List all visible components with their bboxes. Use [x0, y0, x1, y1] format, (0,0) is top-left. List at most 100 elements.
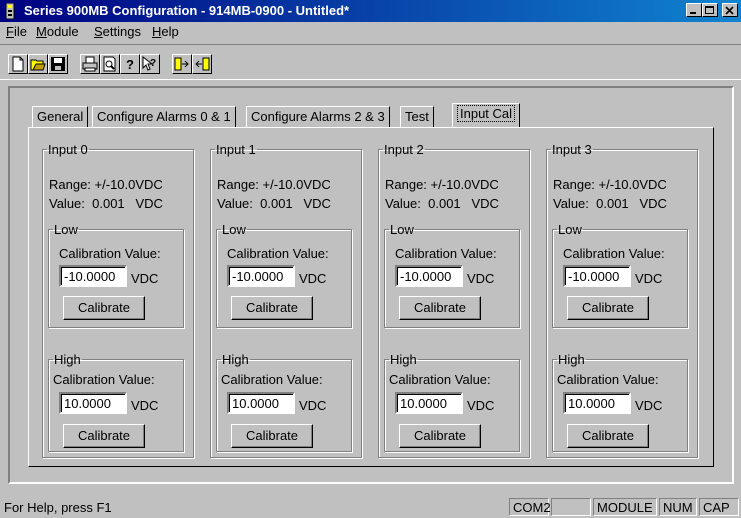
input-3-high-calibrate-button[interactable]: Calibrate — [567, 424, 649, 448]
title-bar[interactable]: Series 900MB Configuration - 914MB-0900 … — [0, 0, 741, 22]
input-1-low-unit: VDC — [299, 271, 327, 286]
input-2-high-unit: VDC — [467, 398, 495, 413]
status-blank — [551, 498, 591, 516]
maximize-icon — [705, 6, 714, 14]
upload-button[interactable] — [192, 54, 212, 74]
close-button[interactable] — [722, 3, 738, 17]
input-2-range: Range: +/-10.0VDC — [385, 177, 499, 192]
input-1-range: Range: +/-10.0VDC — [217, 177, 331, 192]
input-3-low-calibrate-button[interactable]: Calibrate — [567, 296, 649, 320]
input-1-low-cal-field[interactable]: -10.0000 — [227, 265, 295, 287]
input-0-low-calibrate-button[interactable]: Calibrate — [63, 296, 145, 320]
upload-icon — [195, 57, 210, 71]
menu-module[interactable]: Module — [36, 24, 79, 39]
input-3-high-cal-label: Calibration Value: — [557, 372, 659, 387]
input-3-low-unit: VDC — [635, 271, 663, 286]
save-icon — [51, 57, 65, 71]
input-0-high-cal-label: Calibration Value: — [53, 372, 155, 387]
new-button[interactable] — [8, 54, 28, 74]
menu-file[interactable]: File — [6, 24, 27, 39]
print-icon — [82, 56, 98, 72]
download-icon — [174, 57, 189, 71]
context-help-button[interactable]: ? — [140, 54, 160, 74]
input-2-high-cal-label: Calibration Value: — [389, 372, 491, 387]
help-button[interactable]: ? — [120, 54, 140, 74]
input-0-low-cal-field[interactable]: -10.0000 — [59, 265, 127, 287]
context-help-icon: ? — [142, 56, 156, 71]
input-1-high-unit: VDC — [299, 398, 327, 413]
help-icon: ? — [126, 57, 134, 72]
menu-help[interactable]: Help — [152, 24, 179, 39]
input-0-title: Input 0 — [48, 142, 88, 157]
status-port: COM2 — [509, 498, 551, 516]
tab-test[interactable]: Test — [400, 106, 434, 127]
maximize-button[interactable] — [702, 3, 718, 17]
input-0-high-title: High — [54, 352, 81, 367]
input-3-title: Input 3 — [552, 142, 592, 157]
input-2-high-title: High — [390, 352, 417, 367]
input-2-high-calibrate-button[interactable]: Calibrate — [399, 424, 481, 448]
input-2-low-calibrate-button[interactable]: Calibrate — [399, 296, 481, 320]
download-button[interactable] — [172, 54, 192, 74]
input-3-low-cal-field[interactable]: -10.0000 — [563, 265, 631, 287]
input-cal-page: Input 0 Range: +/-10.0VDC Value: 0.001 V… — [28, 127, 714, 467]
input-1-high-cal-label: Calibration Value: — [221, 372, 323, 387]
input-2-high-cal-field[interactable]: 10.0000 — [395, 392, 463, 414]
input-1-low-calibrate-button[interactable]: Calibrate — [231, 296, 313, 320]
input-2-low-cal-label: Calibration Value: — [395, 246, 497, 261]
minimize-icon — [690, 12, 696, 14]
input-3-high-cal-field[interactable]: 10.0000 — [563, 392, 631, 414]
minimize-button[interactable] — [686, 3, 702, 17]
input-3-low-cal-label: Calibration Value: — [563, 246, 665, 261]
input-3-range: Range: +/-10.0VDC — [553, 177, 667, 192]
input-0-low-title: Low — [54, 222, 78, 237]
input-3-low-title: Low — [558, 222, 582, 237]
save-button[interactable] — [48, 54, 68, 74]
input-0-high-cal-field[interactable]: 10.0000 — [59, 392, 127, 414]
print-preview-button[interactable] — [100, 54, 120, 74]
input-2-value: Value: 0.001 VDC — [385, 196, 499, 211]
svg-text:?: ? — [126, 57, 134, 72]
close-icon — [725, 6, 734, 15]
input-2-title: Input 2 — [384, 142, 424, 157]
input-2-low-cal-field[interactable]: -10.0000 — [395, 265, 463, 287]
tab-configure-alarms-2-3[interactable]: Configure Alarms 2 & 3 — [246, 106, 390, 127]
input-3-high-title: High — [558, 352, 585, 367]
window-title: Series 900MB Configuration - 914MB-0900 … — [24, 3, 350, 18]
input-0-low-cal-label: Calibration Value: — [59, 246, 161, 261]
input-2-low-unit: VDC — [467, 271, 495, 286]
menu-bar: File Module Settings Help — [0, 22, 741, 42]
app-icon[interactable] — [4, 3, 16, 19]
menu-settings[interactable]: Settings — [94, 24, 141, 39]
print-preview-icon — [103, 56, 116, 72]
input-0-high-unit: VDC — [131, 398, 159, 413]
status-cap: CAP — [699, 498, 739, 516]
input-0-range: Range: +/-10.0VDC — [49, 177, 163, 192]
input-1-value: Value: 0.001 VDC — [217, 196, 331, 211]
input-3-value: Value: 0.001 VDC — [553, 196, 667, 211]
status-num: NUM — [659, 498, 697, 516]
input-1-high-title: High — [222, 352, 249, 367]
input-0-value: Value: 0.001 VDC — [49, 196, 163, 211]
input-0-low-unit: VDC — [131, 271, 159, 286]
status-module: MODULE — [593, 498, 657, 516]
status-bar: For Help, press F1 COM2 MODULE NUM CAP — [0, 496, 741, 518]
input-1-high-cal-field[interactable]: 10.0000 — [227, 392, 295, 414]
svg-text:?: ? — [150, 58, 156, 69]
tab-input-cal[interactable]: Input Cal — [452, 103, 521, 127]
open-icon — [30, 59, 46, 71]
toolbar: ? ? — [0, 44, 741, 80]
open-button[interactable] — [28, 54, 48, 74]
input-0-high-calibrate-button[interactable]: Calibrate — [63, 424, 145, 448]
print-button[interactable] — [80, 54, 100, 74]
input-3-high-unit: VDC — [635, 398, 663, 413]
input-2-low-title: Low — [390, 222, 414, 237]
tab-configure-alarms-0-1[interactable]: Configure Alarms 0 & 1 — [92, 106, 236, 127]
tab-general[interactable]: General — [32, 106, 89, 127]
status-help-text: For Help, press F1 — [4, 500, 112, 515]
input-1-high-calibrate-button[interactable]: Calibrate — [231, 424, 313, 448]
new-icon — [12, 56, 24, 72]
input-1-low-title: Low — [222, 222, 246, 237]
input-1-title: Input 1 — [216, 142, 256, 157]
input-1-low-cal-label: Calibration Value: — [227, 246, 329, 261]
